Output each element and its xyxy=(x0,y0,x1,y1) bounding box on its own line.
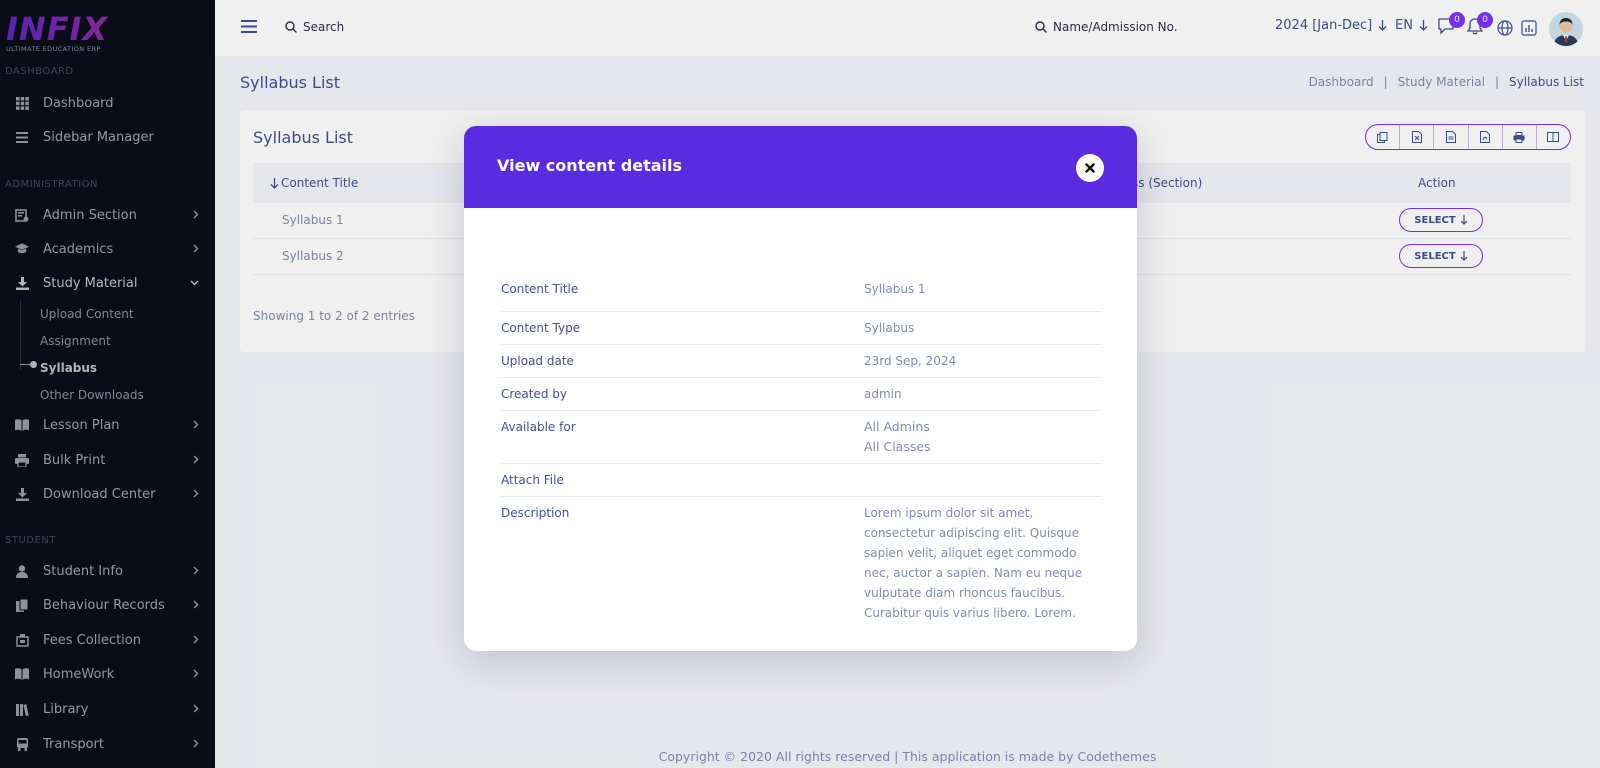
view-content-modal: View content details Content Title Sylla… xyxy=(464,126,1137,651)
detail-label: Description xyxy=(501,506,570,520)
detail-upload-date: Upload date 23rd Sep, 2024 xyxy=(501,345,1101,378)
detail-label: Content Title xyxy=(501,282,579,296)
detail-value: Syllabus 1 xyxy=(864,282,926,296)
detail-description: Description Lorem ipsum dolor sit amet, … xyxy=(501,497,1101,627)
detail-value: Syllabus xyxy=(864,321,915,335)
detail-value: admin xyxy=(864,387,902,401)
available-for-classes: All Classes xyxy=(864,439,931,454)
close-icon xyxy=(1085,163,1095,173)
detail-content-title: Content Title Syllabus 1 xyxy=(501,279,1101,312)
modal-header: View content details xyxy=(464,126,1137,208)
detail-attach-file: Attach File xyxy=(501,464,1101,497)
detail-label: Content Type xyxy=(501,321,581,335)
detail-value: All Admins All Classes xyxy=(864,417,1101,457)
detail-created-by: Created by admin xyxy=(501,378,1101,411)
detail-value: 23rd Sep, 2024 xyxy=(864,354,957,368)
detail-content-type: Content Type Syllabus xyxy=(501,312,1101,345)
modal-title: View content details xyxy=(497,156,683,175)
detail-label: Attach File xyxy=(501,473,564,487)
detail-available-for: Available for All Admins All Classes xyxy=(501,411,1101,464)
sidebar-backdrop xyxy=(0,0,215,768)
detail-label: Upload date xyxy=(501,354,574,368)
detail-value: Lorem ipsum dolor sit amet, consectetur … xyxy=(864,506,1083,620)
modal-close-button[interactable] xyxy=(1076,154,1104,182)
available-for-admins: All Admins xyxy=(864,419,930,434)
detail-label: Available for xyxy=(501,420,576,434)
detail-label: Created by xyxy=(501,387,568,401)
